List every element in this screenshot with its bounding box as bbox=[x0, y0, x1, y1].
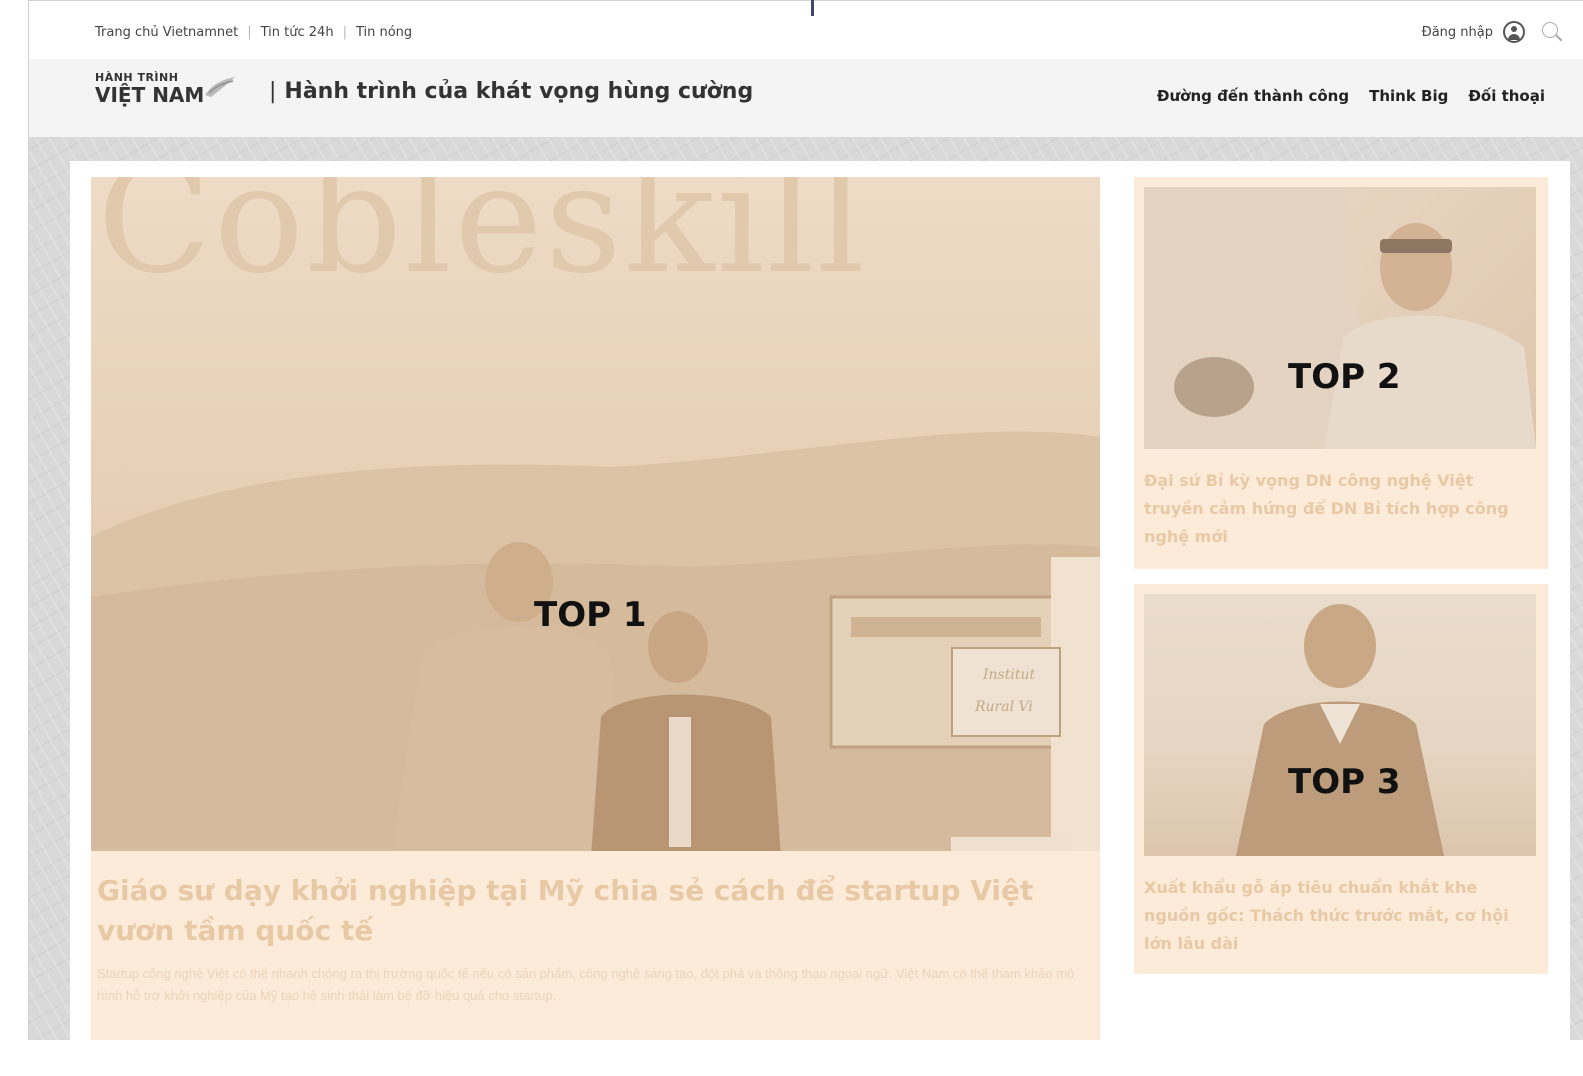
sign-text-2: Rural Vi bbox=[975, 699, 1033, 715]
nav-item-think-big[interactable]: Think Big bbox=[1369, 87, 1448, 105]
separator: | bbox=[342, 25, 347, 40]
tagline-text: Hành trình của khát vọng hùng cường bbox=[284, 79, 754, 104]
site-logo[interactable]: HÀNH TRÌNH VIỆT NAM bbox=[95, 71, 255, 123]
top-links: Trang chủ Vietnamnet | Tin tức 24h | Tin… bbox=[95, 25, 412, 40]
link-news-24h[interactable]: Tin tức 24h bbox=[261, 25, 334, 40]
site-header: HÀNH TRÌNH VIỆT NAM | Hành trình của khát… bbox=[29, 59, 1583, 137]
top-utility-bar: Trang chủ Vietnamnet | Tin tức 24h | Tin… bbox=[29, 1, 1583, 59]
top-marker bbox=[811, 0, 814, 16]
link-home-vietnamnet[interactable]: Trang chủ Vietnamnet bbox=[95, 25, 238, 40]
page-frame: Trang chủ Vietnamnet | Tin tức 24h | Tin… bbox=[28, 0, 1583, 1040]
top1-photo[interactable]: Cobleskill Institut Rural Vi TOP 1 bbox=[91, 177, 1100, 851]
logo-wing-icon bbox=[205, 77, 235, 97]
top1-rank-label: TOP 1 bbox=[534, 595, 647, 635]
top3-title[interactable]: Xuất khẩu gỗ áp tiêu chuẩn khắt khe nguồ… bbox=[1144, 874, 1536, 958]
main-nav: Đường đến thành công Think Big Đối thoại bbox=[1157, 87, 1545, 105]
top2-title[interactable]: Đại sứ Bỉ kỳ vọng DN công nghệ Việt truy… bbox=[1144, 467, 1536, 551]
photo-background-text: Cobleskill bbox=[97, 177, 867, 307]
link-hot-news[interactable]: Tin nóng bbox=[356, 25, 412, 40]
top2-photo-scene bbox=[1144, 187, 1536, 449]
login-link[interactable]: Đăng nhập bbox=[1422, 25, 1493, 40]
top2-rank-label: TOP 2 bbox=[1288, 357, 1401, 397]
top3-photo-scene bbox=[1236, 604, 1444, 856]
tagline-divider: | bbox=[269, 79, 277, 104]
top2-photo[interactable]: TOP 2 bbox=[1144, 187, 1536, 449]
nav-item-doi-thoai[interactable]: Đối thoại bbox=[1468, 87, 1545, 105]
search-icon[interactable] bbox=[1541, 21, 1563, 43]
top1-title[interactable]: Giáo sư dạy khởi nghiệp tại Mỹ chia sẻ c… bbox=[97, 871, 1077, 951]
sign-text-1: Institut bbox=[983, 667, 1036, 683]
photo-sign: Institut Rural Vi bbox=[951, 647, 1061, 737]
top3-article[interactable]: TOP 3 Xuất khẩu gỗ áp tiêu chuẩn khắt kh… bbox=[1134, 584, 1548, 974]
separator: | bbox=[247, 25, 252, 40]
nav-item-duong-den-thanh-cong[interactable]: Đường đến thành công bbox=[1157, 87, 1349, 105]
top1-summary: Startup công nghệ Việt có thể nhanh chón… bbox=[97, 966, 1075, 1003]
user-icon[interactable] bbox=[1503, 21, 1525, 43]
account-area: Đăng nhập bbox=[1422, 21, 1563, 43]
top2-article[interactable]: TOP 2 Đại sứ Bỉ kỳ vọng DN công nghệ Việ… bbox=[1134, 177, 1548, 569]
top1-article[interactable]: Cobleskill Institut Rural Vi TOP 1 Giáo … bbox=[91, 177, 1100, 1040]
top3-photo[interactable]: TOP 3 bbox=[1144, 594, 1536, 856]
site-tagline: | Hành trình của khát vọng hùng cường bbox=[269, 79, 753, 104]
top3-rank-label: TOP 3 bbox=[1288, 762, 1401, 802]
